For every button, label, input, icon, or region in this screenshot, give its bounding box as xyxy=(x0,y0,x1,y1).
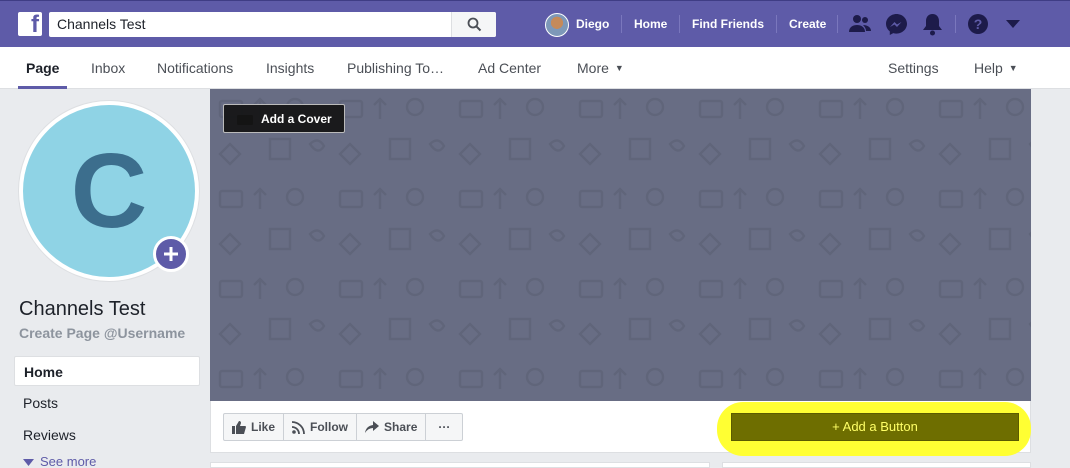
svg-text:?: ? xyxy=(974,16,983,32)
tab-publishing-tools[interactable]: Publishing To… xyxy=(347,60,444,76)
tab-more[interactable]: More ▼ xyxy=(577,60,624,76)
page-name: Channels Test xyxy=(19,298,146,320)
tab-page[interactable]: Page xyxy=(26,60,59,76)
plus-icon xyxy=(164,247,178,261)
tab-ad-center[interactable]: Ad Center xyxy=(478,60,541,76)
active-tab-indicator xyxy=(18,86,67,89)
tab-insights[interactable]: Insights xyxy=(266,60,314,76)
thumbs-up-icon xyxy=(232,420,246,434)
sidebar-item-home[interactable]: Home xyxy=(14,356,200,386)
add-profile-photo-button[interactable] xyxy=(153,236,189,272)
help-icon[interactable]: ? xyxy=(967,13,989,35)
tab-more-label: More xyxy=(577,60,609,76)
follow-button[interactable]: Follow xyxy=(284,413,358,441)
share-label: Share xyxy=(384,420,418,434)
search-button[interactable] xyxy=(451,12,496,37)
home-link[interactable]: Home xyxy=(634,17,667,31)
messenger-icon[interactable] xyxy=(885,13,908,36)
nav-separator xyxy=(776,15,777,33)
dropdown-arrow-icon[interactable] xyxy=(1006,20,1020,28)
create-link[interactable]: Create xyxy=(789,17,826,31)
sidebar-item-reviews[interactable]: Reviews xyxy=(14,420,200,450)
see-more-label: See more xyxy=(40,454,97,468)
notifications-bell-icon[interactable] xyxy=(922,13,943,36)
sidebar-see-more[interactable]: See more xyxy=(23,454,96,468)
tab-notifications[interactable]: Notifications xyxy=(157,60,233,76)
content-card-edge xyxy=(210,462,710,468)
find-friends-link[interactable]: Find Friends xyxy=(692,17,764,31)
page-tabs-bar: Page Inbox Notifications Insights Publis… xyxy=(0,47,1070,89)
like-label: Like xyxy=(251,420,276,434)
tab-help-label: Help xyxy=(974,60,1003,76)
sidebar-item-posts[interactable]: Posts xyxy=(14,388,200,418)
chevron-down-icon xyxy=(23,459,34,466)
share-button[interactable]: Share xyxy=(357,413,427,441)
content-card-edge xyxy=(722,462,1031,468)
page-action-buttons: Like Follow Share ··· xyxy=(223,413,464,441)
camera-icon xyxy=(237,115,253,125)
rss-follow-icon xyxy=(292,420,305,434)
caret-down-icon: ▼ xyxy=(614,63,624,73)
nav-separator xyxy=(955,15,956,33)
cover-pattern xyxy=(210,89,1031,401)
follow-label: Follow xyxy=(310,420,349,434)
search-input[interactable]: Channels Test xyxy=(57,16,145,32)
tab-help[interactable]: Help ▼ xyxy=(974,60,1018,76)
nav-separator xyxy=(679,15,680,33)
search-box[interactable]: Channels Test xyxy=(49,12,496,37)
like-button[interactable]: Like xyxy=(223,413,285,441)
user-profile-link[interactable]: Diego xyxy=(576,17,609,31)
cover-photo-area xyxy=(210,89,1031,401)
nav-separator xyxy=(621,15,622,33)
profile-initial: C xyxy=(70,132,148,250)
add-a-button[interactable]: + Add a Button xyxy=(731,413,1019,441)
facebook-logo-icon[interactable]: f xyxy=(18,11,42,38)
create-username-link[interactable]: Create Page @Username xyxy=(19,325,185,341)
share-arrow-icon xyxy=(365,421,380,433)
top-navigation-bar: f Channels Test Diego Home Find Friends … xyxy=(0,0,1070,47)
user-avatar[interactable] xyxy=(545,13,569,37)
nav-separator xyxy=(837,15,838,33)
tab-settings[interactable]: Settings xyxy=(888,60,939,76)
search-icon xyxy=(467,17,482,32)
caret-down-icon: ▼ xyxy=(1008,63,1018,73)
add-cover-label: Add a Cover xyxy=(261,112,332,126)
tab-inbox[interactable]: Inbox xyxy=(91,60,125,76)
friends-icon[interactable] xyxy=(848,13,872,35)
add-cover-button[interactable]: Add a Cover xyxy=(223,104,345,133)
more-options-button[interactable]: ··· xyxy=(426,413,464,441)
